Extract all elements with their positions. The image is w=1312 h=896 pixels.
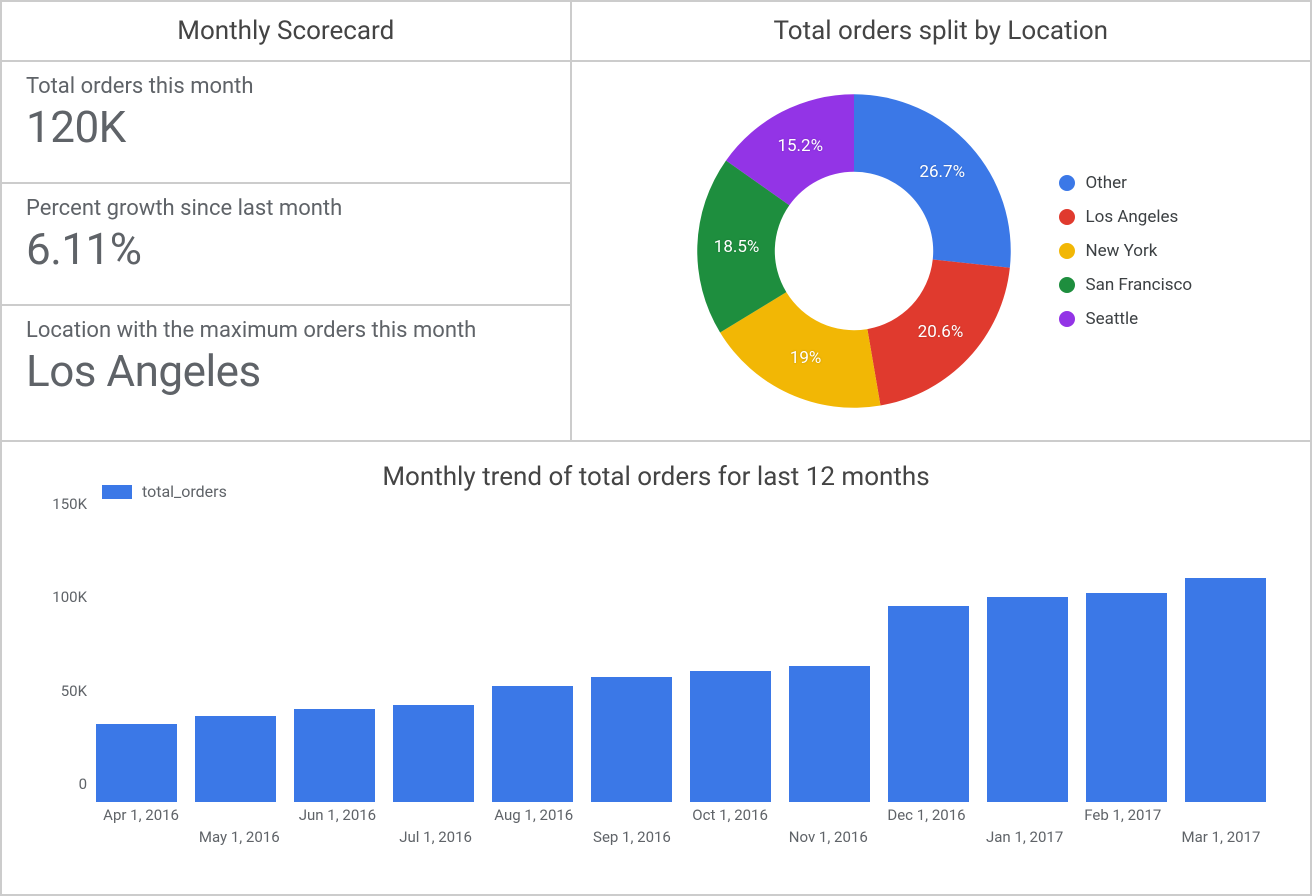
bar-x-label: Jul 1, 2016 [387,802,485,862]
donut-legend-item[interactable]: San Francisco [1059,275,1192,295]
bar[interactable] [888,606,969,802]
bar-series-name: total_orders [142,482,227,501]
bar-y-tick: 100K [37,588,87,606]
bar-x-label: Nov 1, 2016 [779,802,877,862]
donut-legend: Other Los Angeles New York San Francisco Sea… [1059,173,1192,329]
bar-x-label: Apr 1, 2016 [92,802,190,862]
metric-label: Total orders this month [26,74,546,99]
donut-legend-item[interactable]: New York [1059,241,1192,261]
bar-y-tick: 0 [37,775,87,793]
bar[interactable] [591,677,672,802]
metric-top-location: Location with the maximum orders this mo… [1,305,571,441]
bar-plot-area: 050K100K150K [92,522,1270,802]
metric-value: 120K [26,101,546,153]
bar-y-tick: 150K [37,495,87,513]
bar-x-label: Oct 1, 2016 [681,802,779,862]
bar-x-label: Jan 1, 2017 [976,802,1074,862]
legend-label: New York [1085,241,1157,261]
legend-swatch-icon [1059,277,1075,293]
donut-chart-panel: 26.7% 20.6% 19% 18.5% 15.2% Other Los Angeles… [571,61,1311,441]
legend-label: San Francisco [1085,275,1192,295]
donut-legend-item[interactable]: Other [1059,173,1192,193]
donut-chart: 26.7% 20.6% 19% 18.5% 15.2% [689,86,1019,416]
legend-swatch-icon [1059,243,1075,259]
legend-swatch-icon [1059,311,1075,327]
dashboard: Monthly Scorecard Total orders split by … [0,0,1312,896]
legend-swatch-icon [1059,175,1075,191]
bar-x-label: Jun 1, 2016 [288,802,386,862]
bar-x-labels: Apr 1, 2016May 1, 2016Jun 1, 2016Jul 1, … [92,802,1270,862]
bar[interactable] [96,724,177,802]
metric-value: 6.11% [26,223,546,275]
bar[interactable] [987,597,1068,802]
donut-title: Total orders split by Location [571,1,1311,61]
bar-x-label: Mar 1, 2017 [1172,802,1270,862]
bars-row [92,522,1270,802]
bar[interactable] [294,709,375,802]
bar[interactable] [393,705,474,802]
bar-chart-panel: total_orders Monthly trend of total orde… [1,441,1311,895]
legend-label: Other [1085,173,1126,193]
scorecard-title-text: Monthly Scorecard [177,16,394,46]
bar-y-tick: 50K [37,682,87,700]
donut-slice-label: 20.6% [918,322,964,342]
donut-slice-label: 26.7% [919,162,965,182]
legend-label: Los Angeles [1085,207,1178,227]
legend-swatch-icon [1059,209,1075,225]
bar[interactable] [195,716,276,802]
scorecard-title: Monthly Scorecard [1,1,571,61]
donut-title-text: Total orders split by Location [774,16,1108,46]
bar-x-label: Aug 1, 2016 [485,802,583,862]
bar-x-label: May 1, 2016 [190,802,288,862]
donut-legend-item[interactable]: Seattle [1059,309,1192,329]
metric-value: Los Angeles [26,345,546,397]
bar[interactable] [789,666,870,802]
bar-x-label: Feb 1, 2017 [1074,802,1172,862]
metric-label: Percent growth since last month [26,196,546,221]
bar[interactable] [492,686,573,802]
bar-chart: 050K100K150K Apr 1, 2016May 1, 2016Jun 1… [92,522,1270,862]
donut-slice-label: 19% [790,348,822,368]
bar-x-label: Dec 1, 2016 [877,802,975,862]
bar-series-legend: total_orders [102,482,227,501]
bar-x-label: Sep 1, 2016 [583,802,681,862]
donut-slice-label: 18.5% [714,237,760,257]
metric-total-orders: Total orders this month 120K [1,61,571,183]
bar[interactable] [1185,578,1266,802]
metric-label: Location with the maximum orders this mo… [26,318,546,343]
bar-series-swatch [102,485,132,499]
donut-slice-label: 15.2% [777,136,823,156]
metric-percent-growth: Percent growth since last month 6.11% [1,183,571,305]
bar[interactable] [1086,593,1167,802]
legend-label: Seattle [1085,309,1138,329]
bar[interactable] [690,671,771,802]
donut-legend-item[interactable]: Los Angeles [1059,207,1192,227]
